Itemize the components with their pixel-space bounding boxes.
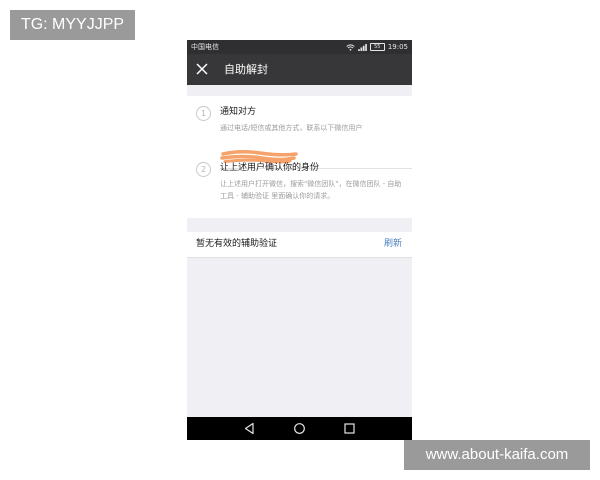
recent-apps-icon[interactable] (343, 422, 356, 435)
watermark-top-left: TG: MYYJJPP (10, 10, 135, 40)
step-number: 2 (196, 162, 211, 177)
step-number: 1 (196, 106, 211, 121)
close-icon[interactable] (195, 62, 209, 76)
home-icon[interactable] (293, 422, 306, 435)
step-description: 让上述用户打开微信，搜索"微信团队"，在微信团队 - 自助工具 - 辅助验证 里… (220, 180, 402, 200)
step-description: 通过电话/短信或其他方式，联系以下微信用户 (220, 124, 363, 132)
instructions-card: 1 通知对方 通过电话/短信或其他方式，联系以下微信用户 2 让上述用户确认你的… (187, 96, 412, 218)
step-title: 让上述用户确认你的身份 (220, 163, 320, 173)
phone-screen: 中国电信 55 19:05 自助解封 1 通知对方 通过电话/短信或其他方式，联… (187, 40, 412, 440)
carrier-label: 中国电信 (191, 43, 219, 51)
assisted-verification-row: 暂无有效的辅助验证 刷新 (187, 232, 412, 258)
title-bar: 自助解封 (187, 54, 412, 85)
status-bar: 中国电信 55 19:05 (187, 40, 412, 54)
system-nav-bar (187, 417, 412, 440)
page: TG: MYYJJPP 中国电信 55 19:05 自助解封 1 通知对方 通过… (0, 0, 600, 480)
status-indicators: 55 19:05 (346, 42, 408, 52)
battery-icon: 55 (369, 43, 385, 51)
refresh-button[interactable]: 刷新 (384, 238, 402, 251)
signal-icon (357, 43, 367, 51)
wifi-icon (346, 43, 355, 51)
back-icon[interactable] (243, 422, 256, 435)
watermark-bottom-right: www.about-kaifa.com (404, 440, 590, 470)
page-title: 自助解封 (224, 63, 268, 76)
step-title: 通知对方 (220, 107, 257, 117)
status-time: 19:05 (387, 43, 408, 51)
verification-status-label: 暂无有效的辅助验证 (196, 239, 278, 249)
